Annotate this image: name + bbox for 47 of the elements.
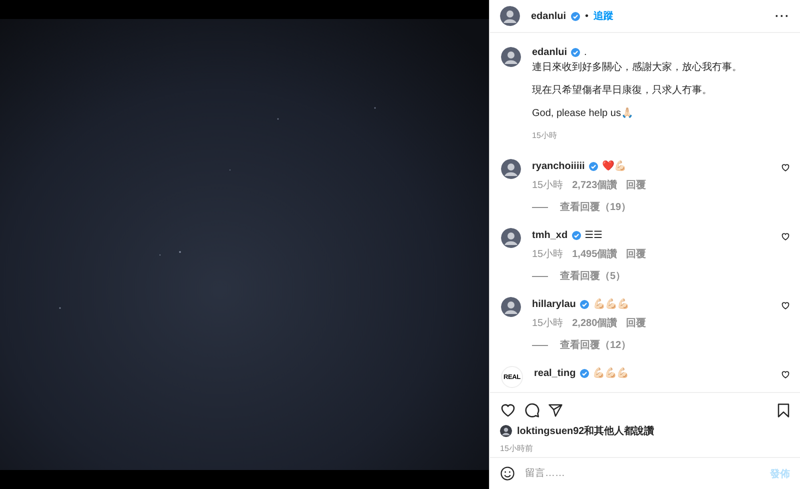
heart-icon[interactable] [781, 232, 790, 241]
heart-icon[interactable] [781, 301, 790, 310]
reply-link[interactable]: 回覆 [626, 316, 646, 330]
comment-time: 15小時 [532, 248, 564, 261]
caption-text: God, please help us🙏🏻 [532, 107, 634, 120]
follow-link[interactable]: 追蹤 [594, 9, 614, 23]
comment-text: 💪🏻💪🏻💪🏻 [592, 367, 629, 379]
view-replies-link[interactable]: 查看回覆（5） [560, 269, 626, 283]
avatar[interactable] [501, 47, 521, 67]
comment-time: 15小時 [532, 178, 564, 192]
username[interactable]: edanlui [531, 10, 566, 22]
heart-icon[interactable] [781, 370, 790, 379]
comment-text: 💪🏻💪🏻💪🏻 [592, 298, 629, 310]
post-time: 15小時前 [499, 443, 534, 455]
bookmark-icon[interactable] [776, 402, 791, 418]
comment-time: 15小時 [532, 316, 564, 330]
username[interactable]: ryanchoiiiii [532, 160, 585, 172]
username[interactable]: tmh_xd [532, 230, 568, 240]
caption-text: 連日來收到好多關心，感謝大家，放心我冇事。 [532, 61, 742, 74]
caption-suffix: . [584, 46, 587, 58]
username[interactable]: real_ting [534, 368, 576, 378]
liked-by-text[interactable]: loktingsuen92和其他人都說讚 [517, 424, 654, 438]
reply-link[interactable]: 回覆 [626, 247, 646, 261]
separator-dot: • [585, 10, 589, 22]
username[interactable]: edanlui [532, 46, 568, 58]
like-count[interactable]: 2,723個讚 [572, 178, 618, 192]
heart-icon[interactable] [781, 163, 790, 172]
avatar[interactable] [500, 6, 520, 26]
comment-icon[interactable] [524, 402, 540, 418]
like-count[interactable]: 2,280個讚 [572, 316, 618, 330]
view-replies-link[interactable]: 查看回覆（12） [560, 338, 632, 352]
reply-link[interactable]: 回覆 [626, 178, 646, 192]
like-count[interactable]: 1,495個讚 [572, 247, 618, 261]
avatar[interactable] [500, 425, 512, 437]
caption-time: 15小時 [532, 130, 558, 141]
more-options-button[interactable]: ··· [775, 9, 790, 23]
view-replies-link[interactable]: 查看回覆（19） [560, 200, 632, 214]
avatar[interactable] [501, 159, 521, 179]
emoji-icon[interactable] [500, 466, 515, 481]
avatar[interactable] [501, 297, 521, 317]
username[interactable]: hillarylau [532, 298, 576, 310]
heart-icon[interactable] [500, 402, 516, 418]
send-icon[interactable] [548, 402, 563, 418]
comment-text: ❤💪🏻 [602, 160, 626, 172]
comment-text: ☰☰ [584, 230, 602, 240]
avatar[interactable] [501, 228, 521, 248]
caption-text: 現在只希望傷者早日康復，只求人冇事。 [532, 84, 713, 97]
